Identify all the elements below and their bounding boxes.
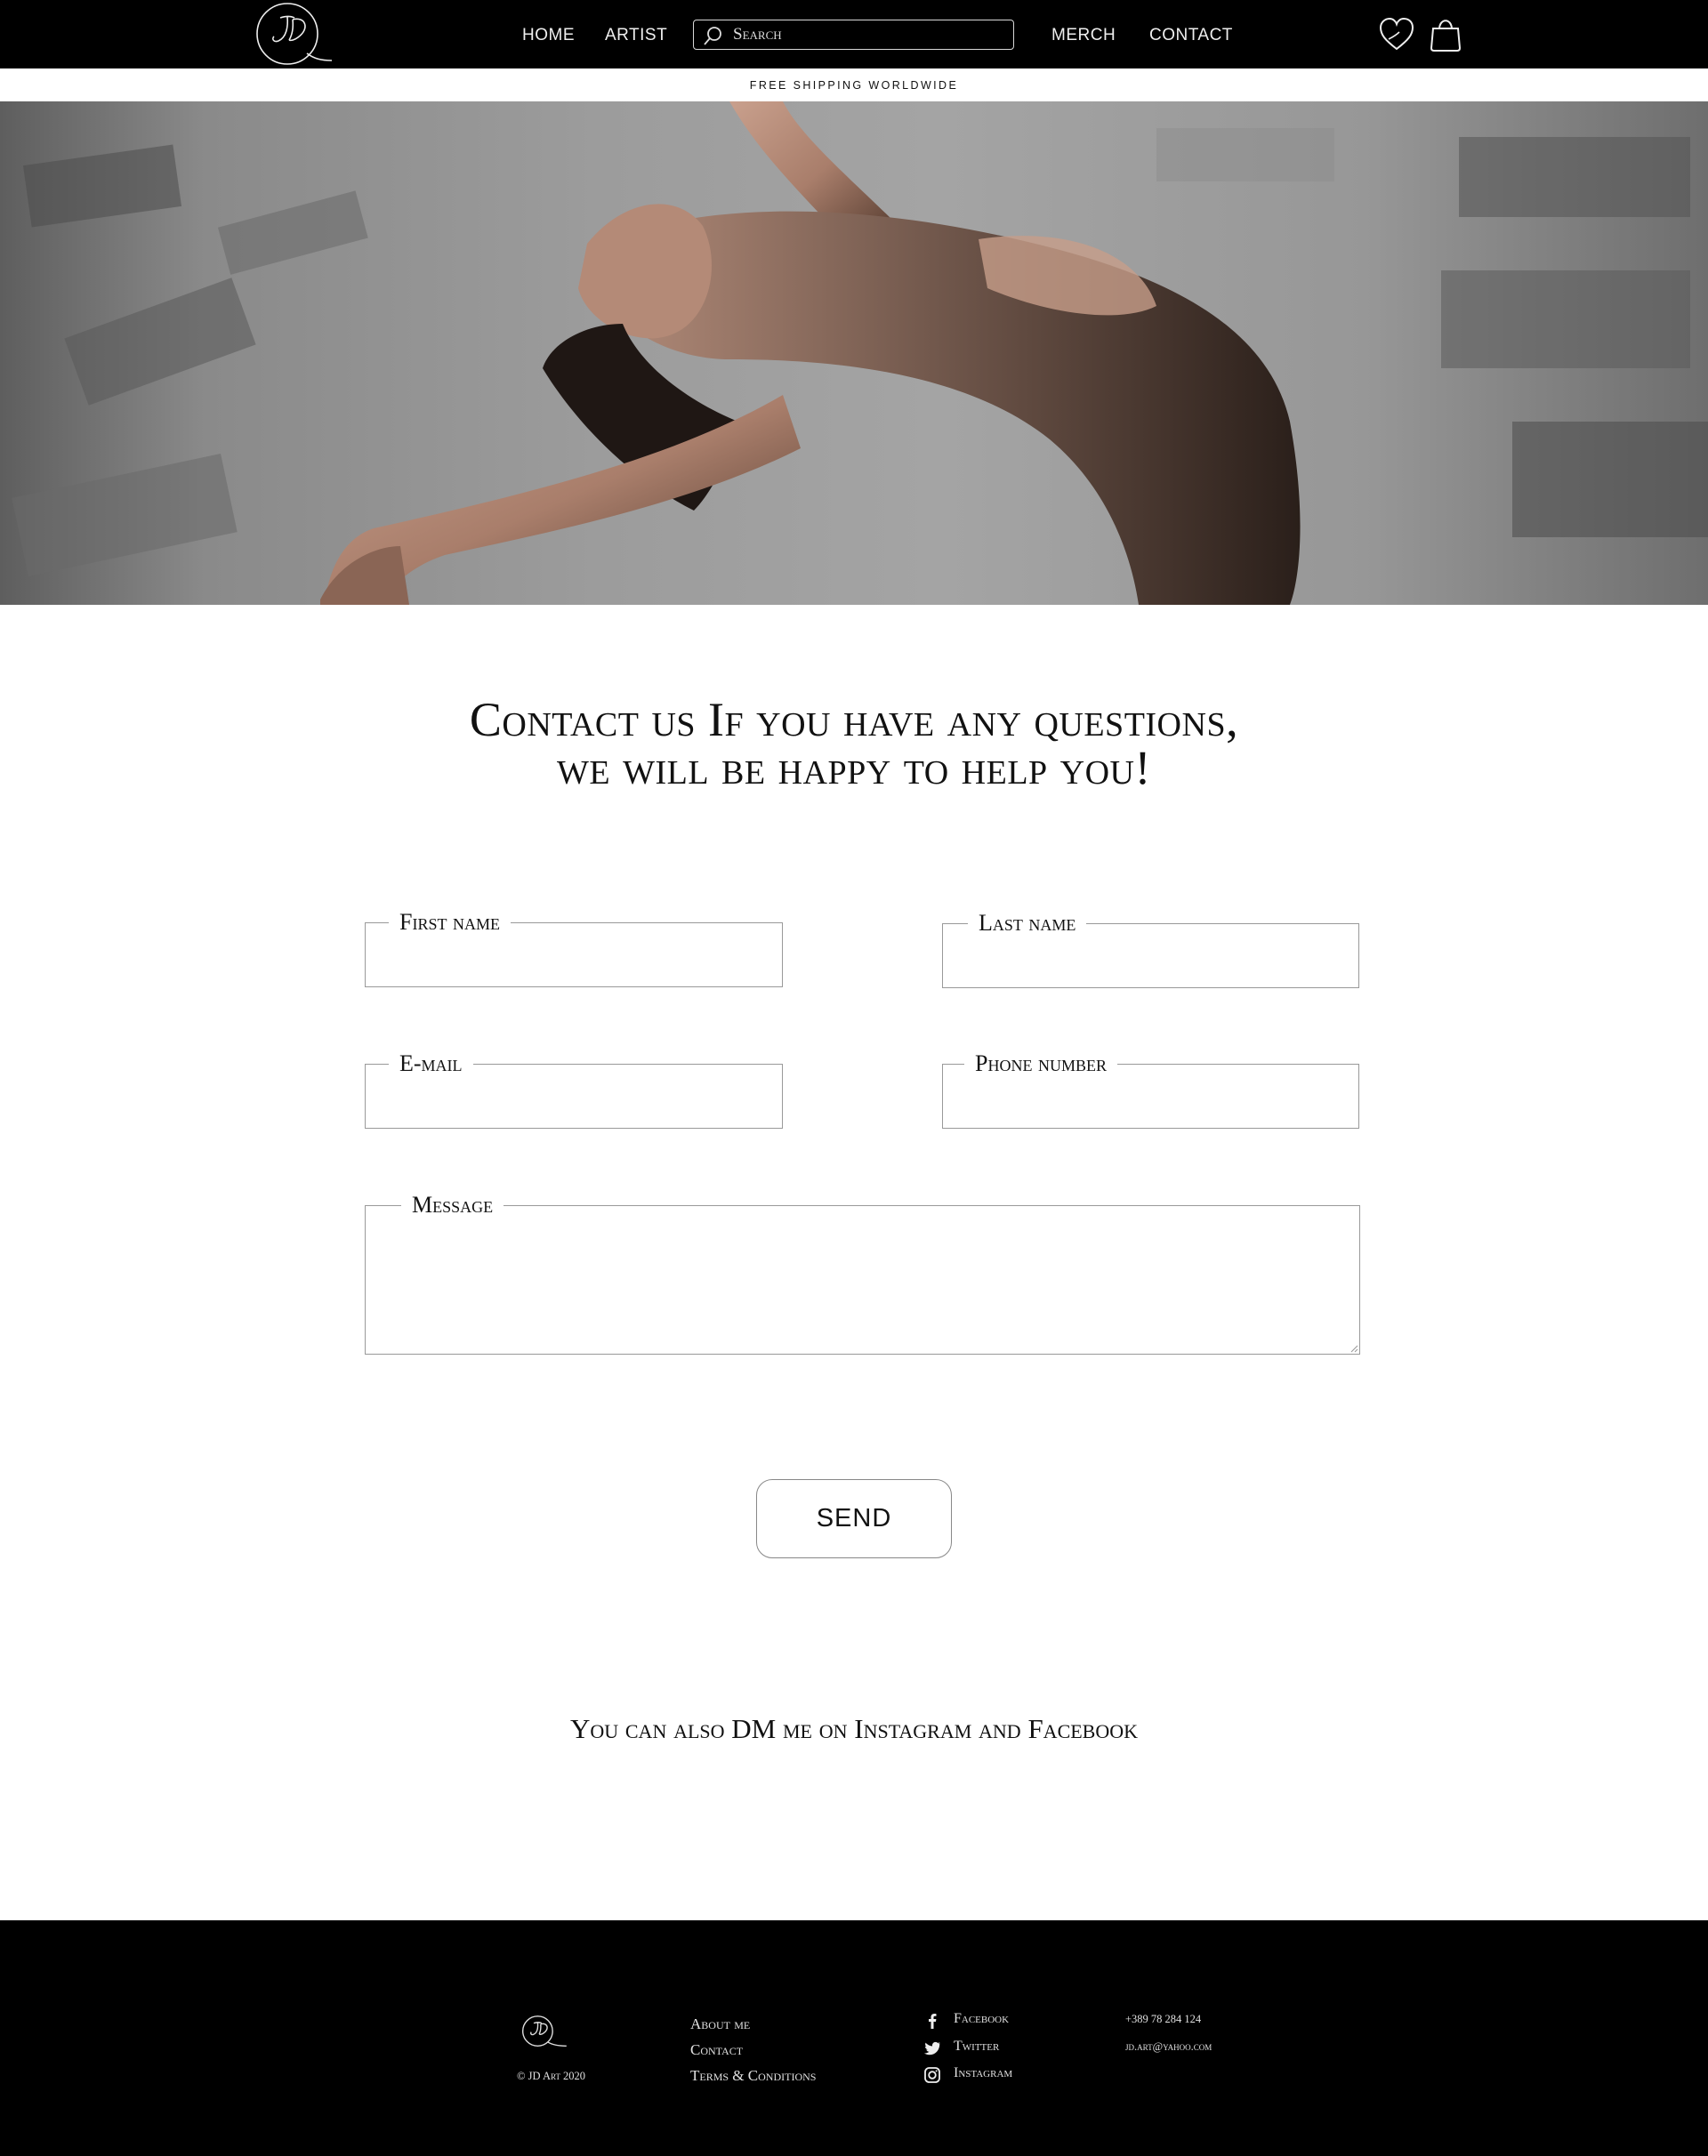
facebook-icon[interactable] bbox=[923, 2012, 941, 2030]
phone-number-label: Phone number bbox=[964, 1052, 1117, 1075]
instagram-icon[interactable] bbox=[923, 2066, 941, 2084]
footer-social-twitter[interactable]: Twitter bbox=[954, 2039, 999, 2055]
footer-link-terms-conditions[interactable]: Terms & Conditions bbox=[690, 2067, 816, 2085]
footer-link-about-me[interactable]: About me bbox=[690, 2015, 750, 2033]
email-input[interactable] bbox=[375, 1075, 773, 1121]
first-name-field[interactable]: First name bbox=[365, 911, 783, 987]
nav-merch[interactable]: MERCH bbox=[1051, 26, 1116, 45]
search-icon bbox=[704, 27, 721, 45]
contact-heading: Contact us If you have any questions, we… bbox=[0, 696, 1708, 792]
hero-painting-image bbox=[12, 101, 1708, 605]
message-textarea[interactable] bbox=[375, 1217, 1350, 1347]
last-name-input[interactable] bbox=[952, 935, 1349, 980]
nav-home[interactable]: HOME bbox=[522, 26, 575, 45]
send-button[interactable]: SEND bbox=[756, 1479, 952, 1558]
footer-jd-logo[interactable] bbox=[517, 2012, 568, 2049]
jd-logo[interactable] bbox=[243, 0, 335, 66]
footer-social-instagram[interactable]: Instagram bbox=[954, 2065, 1012, 2081]
dm-note: You can also DM me on Instagram and Face… bbox=[569, 1713, 1139, 1744]
footer-email-link[interactable]: jd.art@yahoo.com bbox=[1125, 2040, 1212, 2054]
footer-copyright: © JD Art 2020 bbox=[517, 2070, 586, 2082]
nav-artist[interactable]: ARTIST bbox=[605, 26, 667, 45]
message-label: Message bbox=[401, 1194, 504, 1217]
shopping-bag-icon[interactable] bbox=[1429, 14, 1462, 52]
nav-contact[interactable]: CONTACT bbox=[1149, 26, 1233, 45]
free-shipping-text: FREE SHIPPING WORLDWIDE bbox=[749, 79, 959, 92]
footer-link-contact[interactable]: Contact bbox=[690, 2041, 743, 2059]
email-field[interactable]: E-mail bbox=[365, 1052, 783, 1129]
footer-social-facebook[interactable]: Facebook bbox=[954, 2011, 1009, 2027]
last-name-field[interactable]: Last name bbox=[942, 912, 1359, 988]
resize-handle-icon[interactable] bbox=[1349, 1344, 1358, 1353]
hero-painting-banner bbox=[0, 101, 1708, 605]
phone-number-field[interactable]: Phone number bbox=[942, 1052, 1359, 1129]
contact-heading-line-2: we will be happy to help you! bbox=[557, 741, 1151, 794]
email-label: E-mail bbox=[389, 1052, 473, 1075]
last-name-label: Last name bbox=[968, 912, 1087, 935]
first-name-input[interactable] bbox=[375, 934, 773, 979]
search-box[interactable] bbox=[693, 20, 1014, 50]
contact-heading-line-1: Contact us If you have any questions, bbox=[469, 693, 1239, 746]
footer bbox=[0, 1920, 1708, 2156]
announcement-bar: FREE SHIPPING WORLDWIDE bbox=[0, 68, 1708, 102]
search-input[interactable] bbox=[733, 22, 1000, 47]
twitter-icon[interactable] bbox=[923, 2039, 941, 2057]
footer-phone: +389 78 284 124 bbox=[1125, 2013, 1202, 2025]
message-field[interactable]: Message bbox=[365, 1194, 1360, 1355]
wishlist-heart-icon[interactable] bbox=[1378, 16, 1415, 53]
phone-number-input[interactable] bbox=[952, 1075, 1349, 1121]
first-name-label: First name bbox=[389, 911, 511, 934]
